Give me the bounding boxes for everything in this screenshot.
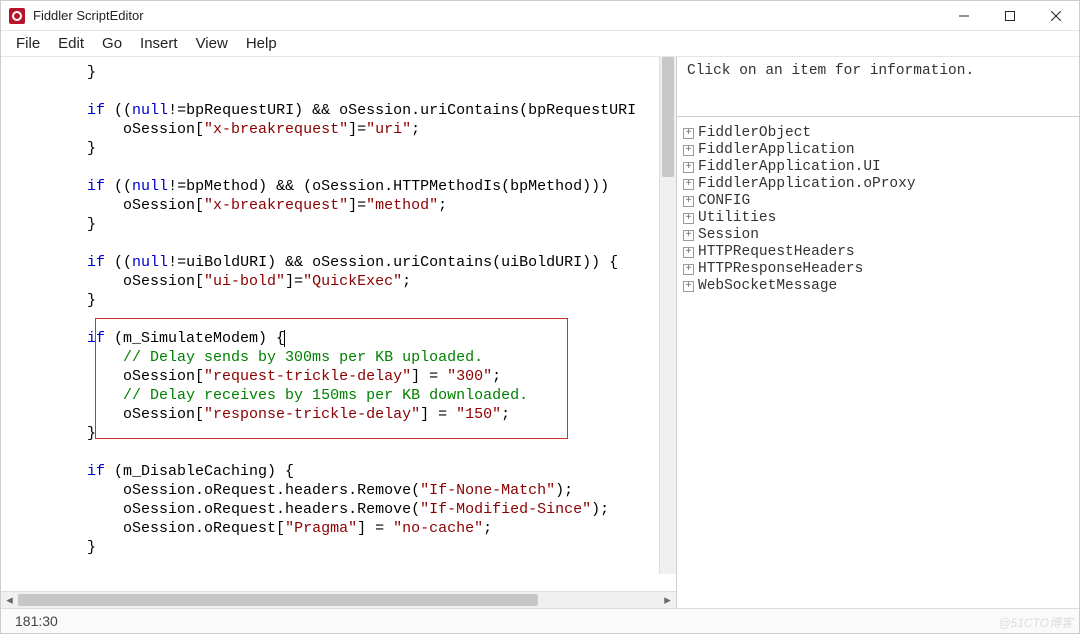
tree-item-label: HTTPResponseHeaders — [698, 261, 863, 278]
menu-go[interactable]: Go — [93, 32, 131, 55]
menu-view[interactable]: View — [187, 32, 237, 55]
code-content[interactable]: } if ((null!=bpRequestURI) && oSession.u… — [15, 63, 676, 576]
titlebar: Fiddler ScriptEditor — [1, 1, 1079, 31]
tree-item[interactable]: + CONFIG — [683, 193, 1073, 210]
window-title: Fiddler ScriptEditor — [33, 8, 941, 23]
tree-item[interactable]: + HTTPRequestHeaders — [683, 244, 1073, 261]
expand-icon[interactable]: + — [683, 145, 694, 156]
tree-item[interactable]: + FiddlerApplication.UI — [683, 159, 1073, 176]
tree-item-label: FiddlerObject — [698, 125, 811, 142]
expand-icon[interactable]: + — [683, 162, 694, 173]
tree-item-label: FiddlerApplication.UI — [698, 159, 881, 176]
tree-item[interactable]: + Session — [683, 227, 1073, 244]
expand-icon[interactable]: + — [683, 264, 694, 275]
maximize-button[interactable] — [987, 1, 1033, 30]
body: } if ((null!=bpRequestURI) && oSession.u… — [1, 57, 1079, 608]
menubar: FileEditGoInsertViewHelp — [1, 31, 1079, 57]
tree-item[interactable]: + FiddlerApplication — [683, 142, 1073, 159]
side-pane: Click on an item for information. + Fiddl… — [677, 57, 1079, 608]
app-icon — [9, 8, 25, 24]
tree-item-label: Session — [698, 227, 759, 244]
expand-icon[interactable]: + — [683, 213, 694, 224]
window-controls — [941, 1, 1079, 30]
menu-edit[interactable]: Edit — [49, 32, 93, 55]
menu-insert[interactable]: Insert — [131, 32, 187, 55]
cursor-position: 181:30 — [15, 613, 58, 629]
menu-help[interactable]: Help — [237, 32, 286, 55]
expand-icon[interactable]: + — [683, 230, 694, 241]
window: Fiddler ScriptEditor FileEditGoInsertVie… — [0, 0, 1080, 634]
watermark: @51CTO博客 — [998, 614, 1073, 631]
tree-item-label: FiddlerApplication — [698, 142, 855, 159]
menu-file[interactable]: File — [7, 32, 49, 55]
horizontal-scrollbar[interactable]: ◂ ▸ — [1, 591, 676, 608]
tree-item-label: WebSocketMessage — [698, 278, 837, 295]
expand-icon[interactable]: + — [683, 179, 694, 190]
horizontal-scrollbar-thumb[interactable] — [18, 594, 538, 606]
expand-icon[interactable]: + — [683, 281, 694, 292]
tree-item[interactable]: + Utilities — [683, 210, 1073, 227]
tree-item-label: CONFIG — [698, 193, 750, 210]
tree-item-label: Utilities — [698, 210, 776, 227]
statusbar: 181:30 — [1, 608, 1079, 633]
expand-icon[interactable]: + — [683, 247, 694, 258]
close-button[interactable] — [1033, 1, 1079, 30]
tree-item[interactable]: + FiddlerApplication.oProxy — [683, 176, 1073, 193]
minimize-button[interactable] — [941, 1, 987, 30]
tree-item-label: HTTPRequestHeaders — [698, 244, 855, 261]
vertical-scrollbar-thumb[interactable] — [662, 57, 674, 177]
expand-icon[interactable]: + — [683, 128, 694, 139]
expand-icon[interactable]: + — [683, 196, 694, 207]
tree-item[interactable]: + WebSocketMessage — [683, 278, 1073, 295]
editor-pane: } if ((null!=bpRequestURI) && oSession.u… — [1, 57, 677, 608]
scroll-left-button[interactable]: ◂ — [1, 592, 18, 608]
info-box: Click on an item for information. — [677, 57, 1079, 117]
object-tree: + FiddlerObject + FiddlerApplication + Fiddle… — [677, 117, 1079, 303]
scroll-right-button[interactable]: ▸ — [659, 592, 676, 608]
code-editor[interactable]: } if ((null!=bpRequestURI) && oSession.u… — [1, 57, 676, 591]
tree-item[interactable]: + FiddlerObject — [683, 125, 1073, 142]
tree-item[interactable]: + HTTPResponseHeaders — [683, 261, 1073, 278]
tree-item-label: FiddlerApplication.oProxy — [698, 176, 916, 193]
vertical-scrollbar[interactable] — [659, 57, 676, 574]
